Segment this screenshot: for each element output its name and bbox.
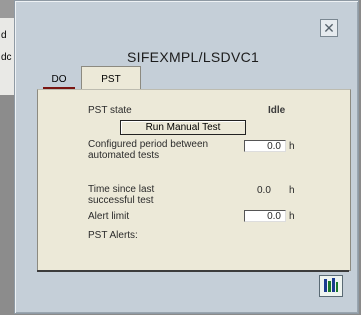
close-button[interactable]: ✕ <box>320 19 338 37</box>
configured-period-label-line2: automated tests <box>88 150 160 161</box>
background-label-1: d <box>1 30 7 41</box>
background-lower <box>0 95 14 315</box>
alert-limit-label: Alert limit <box>88 211 130 222</box>
tab-pst[interactable]: PST <box>81 66 141 91</box>
panel-bottom-border <box>37 270 349 272</box>
faceplate-icon-graphic <box>324 278 338 292</box>
alert-limit-field[interactable]: 0.0 <box>244 210 286 222</box>
faceplate-icon[interactable] <box>319 275 343 297</box>
pst-alerts-label: PST Alerts: <box>88 230 138 241</box>
configured-period-field[interactable]: 0.0 <box>244 140 286 152</box>
time-since-unit: h <box>289 185 295 196</box>
time-since-label-line2: successful test <box>88 195 154 206</box>
close-icon: ✕ <box>323 20 335 36</box>
configured-period-label-line1: Configured period between <box>88 139 209 150</box>
run-manual-test-button[interactable]: Run Manual Test <box>120 120 246 135</box>
background-panel: d dc <box>0 18 14 99</box>
time-since-value: 0.0 <box>257 185 271 196</box>
pst-state-value: Idle <box>268 105 286 116</box>
pst-state-label: PST state <box>88 105 132 116</box>
background-label-2: dc <box>1 52 12 63</box>
time-since-label-line1: Time since last <box>88 184 155 195</box>
tab-pst-label: PST <box>101 73 121 85</box>
pst-panel: PST state Idle Run Manual Test Configure… <box>37 89 351 271</box>
tab-do-label: DO <box>51 74 67 85</box>
time-since-label: Time since last successful test <box>88 184 154 206</box>
configured-period-unit: h <box>289 141 295 152</box>
faceplate-window: ✕ SIFEXMPL/LSDVC1 DO PST PST state Idle … <box>14 0 359 314</box>
alert-limit-unit: h <box>289 211 295 222</box>
window-title: SIFEXMPL/LSDVC1 <box>127 49 260 65</box>
tab-do[interactable]: DO <box>37 69 81 90</box>
configured-period-label: Configured period between automated test… <box>88 139 208 161</box>
run-manual-test-label: Run Manual Test <box>145 122 221 133</box>
